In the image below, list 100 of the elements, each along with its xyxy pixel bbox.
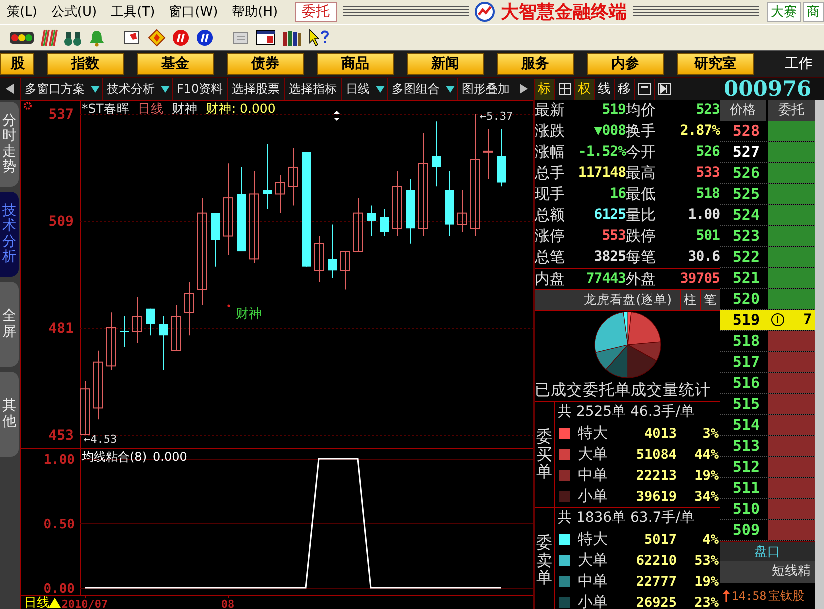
scroll-right-icon[interactable]: [519, 83, 530, 95]
menu-item[interactable]: 工具(T): [104, 3, 162, 21]
books-icon[interactable]: [282, 28, 302, 46]
tab[interactable]: F10资料: [172, 78, 228, 100]
order-volume: 7: [804, 312, 812, 328]
order-size-label: 中单: [577, 466, 609, 485]
candle: [380, 209, 389, 237]
gear-icon[interactable]: [24, 102, 32, 110]
order-share: 34%: [694, 488, 720, 504]
quote-label: 跌停: [626, 226, 657, 247]
tab[interactable]: 选择指标: [284, 78, 342, 100]
side-tab[interactable]: 全屏: [0, 282, 19, 367]
dropdown-arrow-icon[interactable]: [376, 84, 386, 94]
column-header: 委托: [768, 100, 815, 121]
menu-item[interactable]: 帮助(H): [225, 3, 286, 21]
price-level: 528: [732, 122, 760, 140]
quote-value: 6125: [593, 206, 626, 225]
quote-value: 16: [609, 185, 626, 204]
side-tab[interactable]: 其他: [0, 372, 19, 457]
dropdown-arrow-icon[interactable]: [446, 84, 456, 94]
panel-title: 短线精: [720, 561, 815, 583]
tab[interactable]: 技术分析: [102, 78, 159, 100]
help-card-icon[interactable]: [124, 28, 142, 46]
nav-button[interactable]: 债券: [227, 53, 304, 75]
price-level: 519: [732, 312, 760, 328]
order-size-label: 小单: [577, 593, 609, 609]
header-tab[interactable]: 大赛: [767, 2, 801, 22]
menu-item[interactable]: 窗口(W): [162, 3, 226, 21]
quote-label: 最高: [626, 163, 657, 184]
candle: [172, 304, 182, 352]
quote-label: 量比: [626, 205, 657, 226]
quote-label: 内盘: [535, 268, 568, 289]
nav-button[interactable]: 新闻: [407, 53, 484, 75]
price-level: 522: [732, 248, 760, 266]
dropdown-arrow-icon[interactable]: [91, 84, 100, 94]
window-icon[interactable]: [256, 28, 276, 46]
menu-item[interactable]: 策(L): [0, 3, 44, 21]
price-level: 510: [732, 500, 760, 518]
tab[interactable]: 图形叠加: [457, 78, 514, 100]
nav-button[interactable]: 服务: [497, 53, 574, 75]
quote-value: 553: [601, 227, 626, 246]
logo-icon: [475, 2, 496, 22]
menu-item[interactable]: 公式(U): [44, 3, 104, 21]
diamond-icon[interactable]: [148, 28, 166, 46]
price-level: 511: [732, 480, 760, 496]
candle: [445, 170, 454, 237]
candle: [106, 312, 116, 370]
side-tab[interactable]: 分时走势: [0, 102, 19, 187]
tab[interactable]: 多窗口方案: [20, 78, 89, 100]
order-button[interactable]: 委托: [295, 2, 338, 22]
quote-label: 涨停: [535, 226, 566, 247]
striped-bars-icon[interactable]: [40, 28, 58, 46]
triangle-icon[interactable]: [49, 598, 61, 608]
candle: [458, 190, 468, 233]
price-level: 520: [732, 290, 760, 308]
order-volume: 62210: [635, 552, 677, 568]
nav-button[interactable]: 基金: [137, 53, 214, 75]
candle: [211, 212, 220, 268]
alert-circle-icon: [771, 313, 785, 327]
chart-tool-button[interactable]: 标: [534, 78, 554, 100]
nav-button[interactable]: 内参: [587, 53, 664, 75]
tab[interactable]: 选择股票: [227, 78, 284, 100]
scroll-left-icon[interactable]: [5, 83, 15, 95]
slash-circle-icon[interactable]: [196, 28, 214, 46]
candle: [184, 282, 194, 336]
dropdown-arrow-icon[interactable]: [161, 84, 170, 94]
header-tab[interactable]: 商: [803, 2, 824, 22]
price-level: 513: [732, 438, 760, 454]
side-tab[interactable]: 技术分析: [0, 192, 19, 277]
order-summary: 共 2525单 46.3手/单: [557, 403, 696, 422]
nav-button[interactable]: 研究室: [677, 53, 754, 75]
quote-value: 518: [695, 185, 720, 204]
app-title: 大智慧金融终端: [501, 1, 628, 24]
panel-tab[interactable]: 盘口: [720, 541, 815, 561]
quote-label: 总笔: [535, 247, 566, 268]
nav-button[interactable]: 商品: [317, 53, 394, 75]
quote-label: 总额: [535, 205, 566, 226]
axis-label: 0.00: [44, 582, 75, 598]
order-volume: 39619: [635, 488, 677, 504]
slash-circle-icon[interactable]: [172, 28, 190, 46]
quote-label: 最新: [535, 100, 566, 121]
help-pointer-icon[interactable]: [308, 28, 330, 46]
indicator-name: 均线粘合(8): [82, 450, 147, 464]
chart-tool-button[interactable]: 权: [574, 78, 594, 100]
order-volume: 22213: [635, 468, 677, 484]
signal-dot: [228, 304, 230, 308]
order-size-label: 特大: [577, 530, 609, 549]
bell-icon[interactable]: [88, 28, 106, 46]
tab[interactable]: 日线: [341, 78, 374, 100]
tab[interactable]: 多图组合: [387, 78, 444, 100]
low-price-marker: ←4.53: [84, 433, 118, 446]
nav-link[interactable]: 工作: [785, 55, 813, 73]
price-level: 515: [732, 396, 760, 412]
traffic-light-icon[interactable]: [10, 30, 34, 44]
nav-button[interactable]: 指数: [47, 53, 124, 75]
order-size-label: 中单: [577, 572, 609, 591]
axis-label: 08: [221, 598, 235, 609]
high-price-marker: ←5.37: [480, 110, 514, 123]
quote-value: 519: [601, 101, 626, 120]
nav-button[interactable]: 股: [0, 53, 34, 75]
